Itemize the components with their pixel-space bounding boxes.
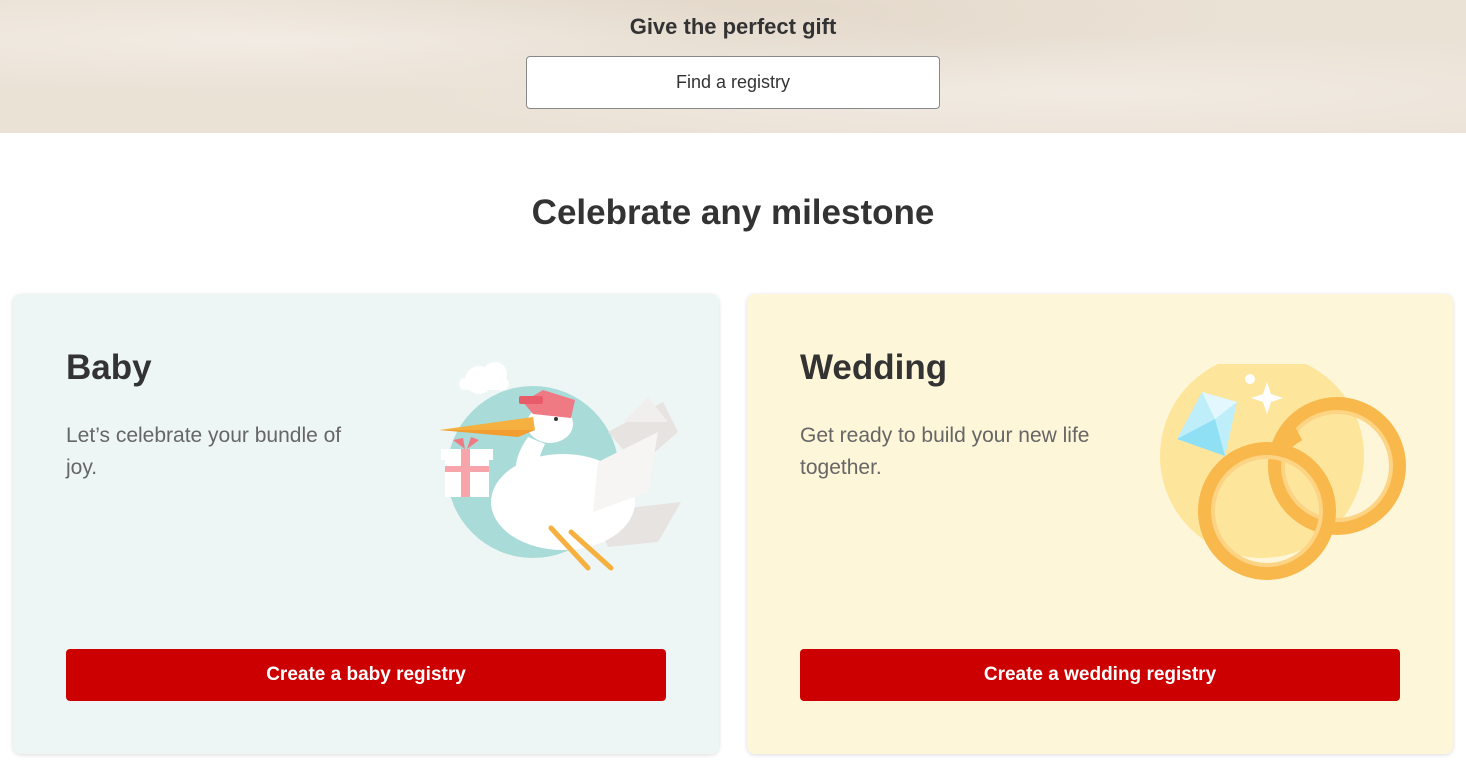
card-title: Wedding [800,348,948,387]
stork-carrying-gift-icon [423,362,683,574]
card-description: Let’s celebrate your bundle of joy. [66,424,342,479]
create-baby-registry-button[interactable]: Create a baby registry [66,649,666,701]
card-description: Get ready to build your new life togethe… [800,424,1090,479]
wedding-registry-card: Wedding Get ready to build your new life… [747,294,1453,754]
baby-registry-card: Baby Let’s celebrate your bundle of joy. [13,294,719,754]
find-registry-button[interactable]: Find a registry [526,56,940,109]
create-wedding-registry-button[interactable]: Create a wedding registry [800,649,1400,701]
hero-banner: Give the perfect gift Find a registry [0,0,1466,133]
card-title: Baby [66,348,152,387]
wedding-rings-diamond-icon [1157,354,1407,584]
hero-title: Give the perfect gift [629,14,837,39]
section-title: Celebrate any milestone [531,193,935,232]
